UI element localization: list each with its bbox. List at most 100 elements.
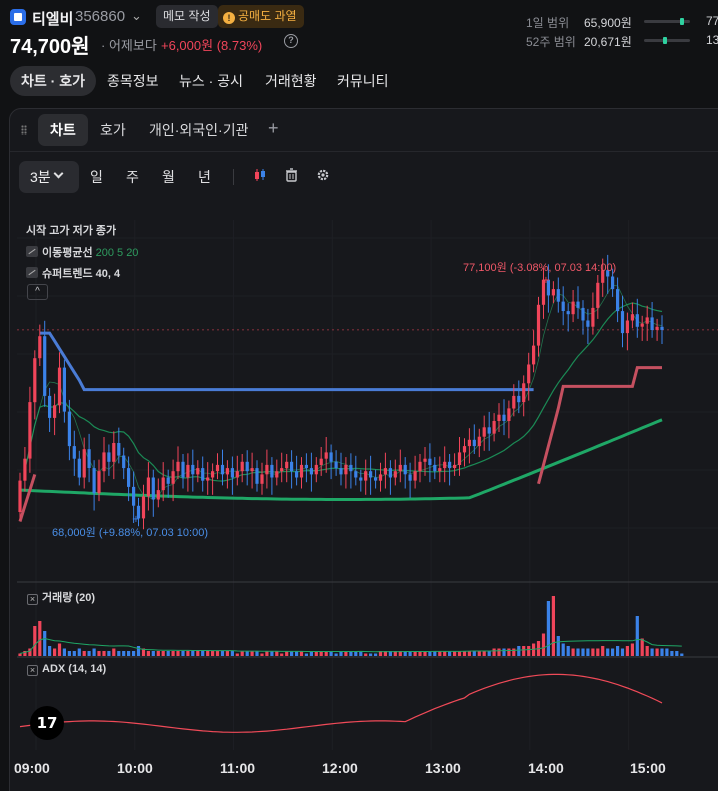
eye-off-icon[interactable] [26,246,38,257]
candle-body [319,458,323,465]
volume-bar [186,651,190,656]
candle-body [176,461,180,472]
candle-body [438,468,442,472]
volume-bar [527,646,531,656]
volume-bar [581,648,585,656]
candle-body [512,395,516,409]
candle-body [369,471,373,478]
close-icon[interactable]: × [27,665,38,676]
volume-bar [625,646,629,656]
candle-body [640,323,644,327]
volume-bar [497,648,501,656]
volume-bar [176,651,180,656]
price-chart[interactable]: ++ [0,0,718,791]
candle-body [586,320,590,327]
volume-bar [156,651,160,656]
candle-body [581,307,585,321]
ma-params: 200 5 20 [95,247,139,259]
volume-bar [38,621,42,656]
candle-body [492,421,496,434]
volume-bar [606,648,610,656]
close-icon[interactable]: × [27,594,38,605]
candle-body [77,458,81,478]
candle-body [230,468,234,478]
volume-bar [43,631,47,656]
time-label: 11:00 [220,760,256,776]
volume-bar [596,648,600,656]
candle-body [364,471,368,481]
high-annotation: 77,100원 (-3.08%, 07.03 14:00) [463,262,617,274]
volume-bar [53,648,57,656]
candle-body [23,458,27,481]
volume-bar [97,651,101,656]
volume-bar [151,651,155,656]
volume-bar [112,648,116,656]
candle-body [596,282,600,308]
volume-bar [522,646,526,656]
candle-body [477,436,481,447]
candle-body [270,464,274,478]
eye-off-icon[interactable] [26,267,38,278]
volume-bar [640,638,644,656]
volume-bar [477,651,481,656]
candle-body [191,464,195,475]
volume-bar [171,651,175,656]
tradingview-logo[interactable]: 17 [30,706,64,740]
candle-body [329,452,333,462]
ma-indicator-row[interactable]: 이동평균선 200 5 20 [26,244,138,260]
volume-bar [551,596,555,656]
candle-body [551,289,555,296]
volume-bar [507,648,511,656]
time-label: 15:00 [630,760,666,776]
candle-body [156,490,160,500]
volume-bar [92,648,96,656]
candle-body [186,464,190,478]
volume-bar [146,651,150,656]
volume-bar [571,648,575,656]
volume-bar [166,651,170,656]
candle-body [374,477,378,481]
collapse-legend-button[interactable]: ^ [27,284,48,300]
volume-bar [334,653,338,656]
volume-bar [225,651,229,656]
candle-body [117,443,121,456]
candle-body [334,461,338,469]
volume-bar [57,643,62,656]
candle-body [413,471,417,481]
volume-bar [675,651,679,656]
candle-body [18,480,22,512]
candle-body [265,464,269,475]
candle-body [299,464,304,478]
volume-bar [235,653,239,656]
supertrend-up-line [39,331,534,392]
candle-body [280,468,284,472]
volume-bar [512,648,516,656]
volume-bar [645,646,649,656]
candle-body [457,452,462,465]
candle-body [418,461,422,472]
ohlc-legend: 시작 고가 저가 종가 [26,225,117,237]
candle-body [67,411,71,447]
candle-body [645,317,649,324]
candle-body [245,461,249,472]
candle-body [354,471,358,478]
candle-body [62,367,66,412]
volume-bar [132,651,136,656]
candle-body [225,468,229,475]
supertrend-indicator-row[interactable]: 슈퍼트렌드 40, 4 [26,265,120,281]
volume-bar [630,643,634,656]
candle-body [383,468,387,475]
volume-bar [211,651,215,656]
candle-body [171,471,175,484]
candle-body [43,336,47,396]
candle-body [181,461,185,478]
candle-body [28,402,32,459]
volume-bar [18,653,22,656]
volume-bar [635,616,639,656]
volume-bar [601,646,605,656]
candle-body [359,477,363,481]
volume-bar [665,648,669,656]
candle-body [650,317,654,330]
candle-body [507,408,511,421]
adx-label: ADX (14, 14) [42,663,107,675]
